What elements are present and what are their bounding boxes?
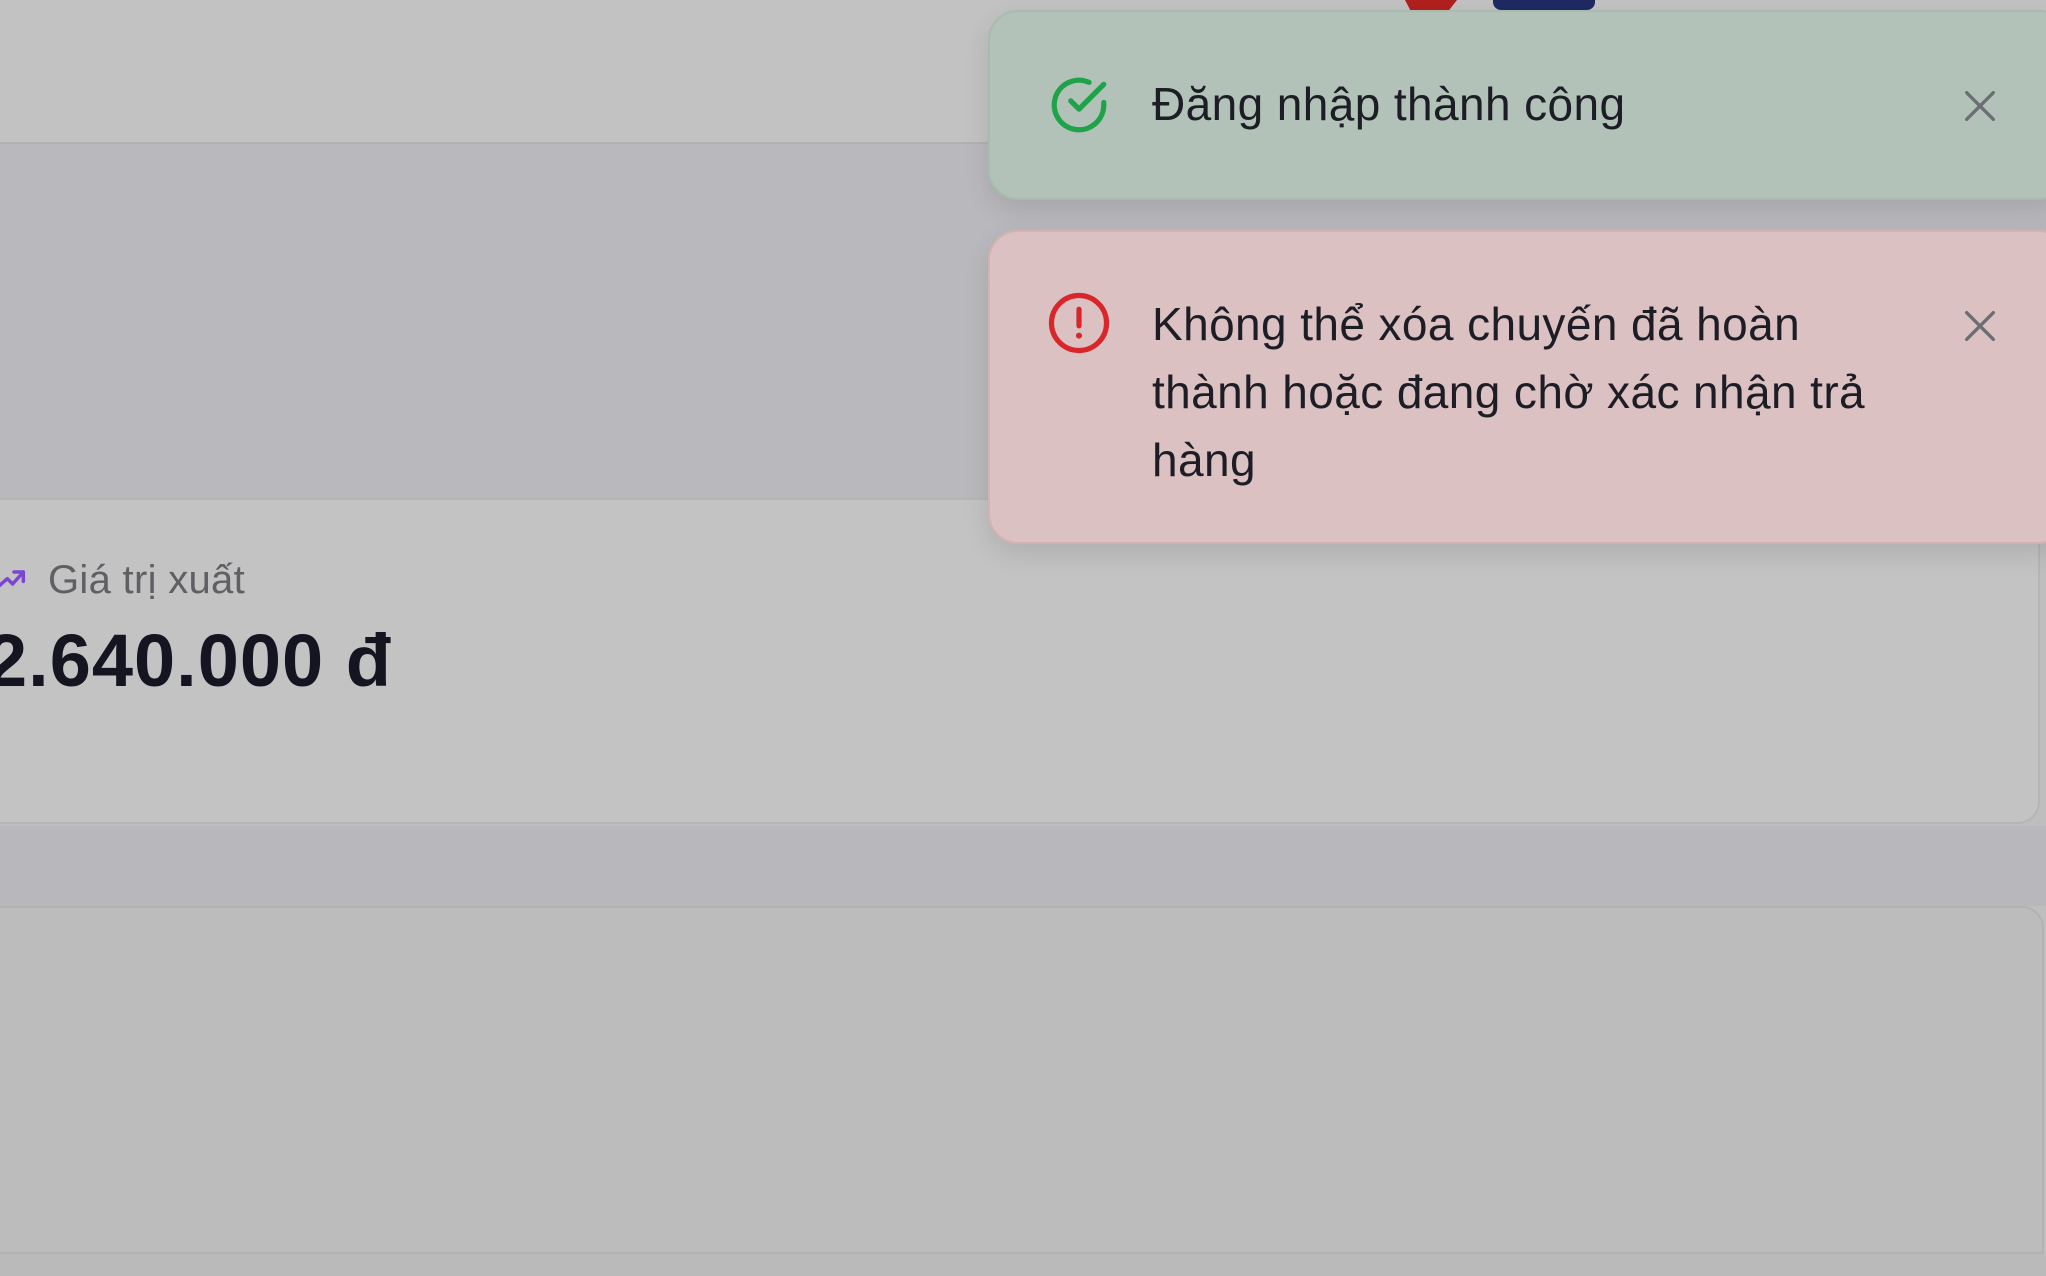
logo-blue-shape [1493, 0, 1595, 10]
stat-label: Giá trị xuất [48, 557, 245, 602]
toast-error: Không thể xóa chuyến đã hoàn thành hoặc … [988, 230, 2046, 544]
close-icon[interactable] [1960, 306, 2000, 346]
stat-label-row: Giá trị xuất [0, 556, 245, 604]
section-gap [0, 826, 2046, 906]
alert-circle-icon [1048, 292, 1110, 354]
page-footer-strip [0, 1254, 2046, 1276]
toast-message: Đăng nhập thành công [1152, 78, 1626, 130]
toast-message: Không thể xóa chuyến đã hoàn thành hoặc … [1152, 298, 1866, 486]
close-icon[interactable] [1960, 86, 2000, 126]
check-circle-icon [1051, 77, 1107, 133]
content-card [0, 906, 2044, 1254]
stat-value: 2.640.000 đ [0, 619, 392, 702]
logo-red-shape [1405, 0, 1457, 10]
trend-up-icon [0, 570, 26, 588]
brand-logo [1405, 0, 1595, 10]
toast-success: Đăng nhập thành công [988, 10, 2046, 200]
